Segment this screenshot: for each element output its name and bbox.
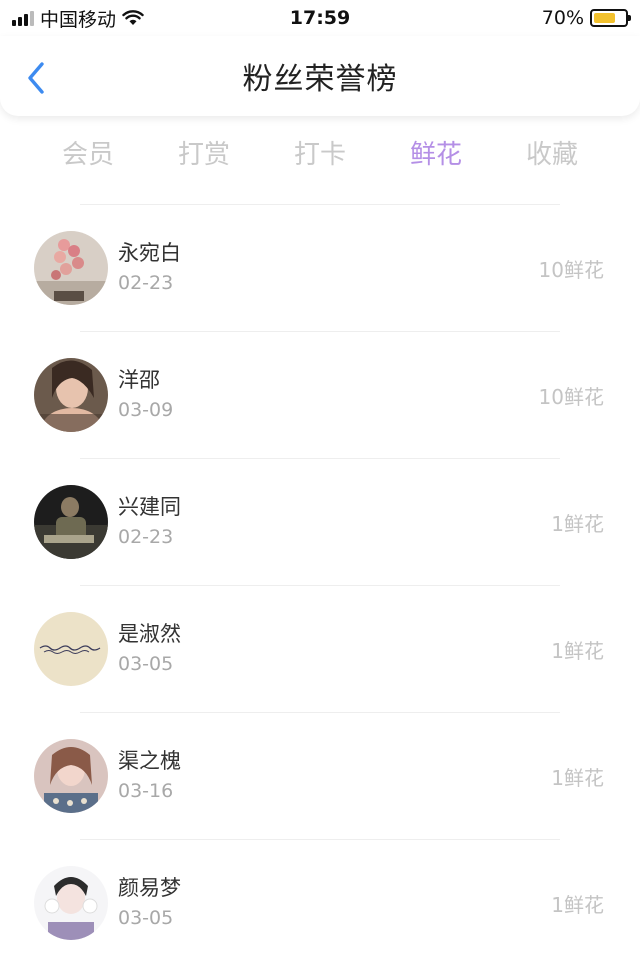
- flower-count: 10鲜花: [538, 257, 604, 282]
- fan-info: 兴建同 02-23: [118, 493, 181, 551]
- fan-name: 渠之槐: [118, 749, 181, 773]
- flower-count: 1鲜花: [551, 511, 604, 536]
- signal-icon: [12, 10, 34, 26]
- flower-count: 1鲜花: [551, 765, 604, 790]
- fan-info: 颜易梦 03-05: [118, 874, 181, 932]
- fan-name: 是淑然: [118, 622, 181, 646]
- carrier-label: 中国移动: [40, 8, 117, 31]
- fan-name: 永宛白: [118, 241, 181, 265]
- avatar[interactable]: [34, 358, 108, 432]
- tab-favorites[interactable]: 收藏: [518, 130, 586, 175]
- fan-info: 永宛白 02-23: [118, 239, 181, 297]
- fan-list: 永宛白 02-23 10鲜花 洋邵 03-09 10鲜花 兴建同 02-23 1…: [0, 204, 640, 966]
- fan-name: 兴建同: [118, 495, 181, 519]
- fan-info: 是淑然 03-05: [118, 620, 181, 678]
- fan-date: 03-09: [118, 399, 174, 421]
- status-left: 中国移动: [12, 5, 144, 32]
- flower-count: 1鲜花: [551, 892, 604, 917]
- battery-percent: 70%: [541, 7, 584, 29]
- battery-icon: [590, 9, 631, 27]
- avatar[interactable]: [34, 866, 108, 940]
- tab-checkin[interactable]: 打卡: [286, 130, 354, 175]
- status-right: 70%: [541, 7, 631, 29]
- fan-info: 渠之槐 03-16: [118, 747, 181, 805]
- list-item[interactable]: 永宛白 02-23 10鲜花: [0, 205, 640, 331]
- tab-membership[interactable]: 会员: [54, 130, 122, 175]
- fan-date: 03-05: [118, 907, 174, 929]
- list-item[interactable]: 渠之槐 03-16 1鲜花: [0, 713, 640, 839]
- wifi-icon: [122, 10, 144, 26]
- flower-count: 10鲜花: [538, 384, 604, 409]
- fan-info: 洋邵 03-09: [118, 366, 173, 424]
- fan-date: 02-23: [118, 272, 174, 294]
- fan-name: 颜易梦: [118, 876, 181, 900]
- list-item[interactable]: 是淑然 03-05 1鲜花: [0, 586, 640, 712]
- battery-fill: [594, 13, 615, 23]
- fan-date: 03-16: [118, 780, 174, 802]
- avatar[interactable]: [34, 231, 108, 305]
- nav-bar: 粉丝荣誉榜: [0, 36, 640, 116]
- tab-bar: 会员 打赏 打卡 鲜花 收藏: [0, 128, 640, 176]
- page-title: 粉丝荣誉榜: [242, 62, 398, 97]
- status-bar: 中国移动 17:59 70%: [0, 0, 640, 36]
- fan-name: 洋邵: [118, 368, 160, 392]
- avatar[interactable]: [34, 612, 108, 686]
- avatar[interactable]: [34, 485, 108, 559]
- back-button[interactable]: [18, 58, 54, 98]
- avatar[interactable]: [34, 739, 108, 813]
- fan-date: 03-05: [118, 653, 174, 675]
- chevron-left-icon: [28, 62, 44, 94]
- tab-flowers[interactable]: 鲜花: [402, 130, 470, 175]
- fan-date: 02-23: [118, 526, 174, 548]
- list-item[interactable]: 兴建同 02-23 1鲜花: [0, 459, 640, 585]
- tab-reward[interactable]: 打赏: [170, 130, 238, 175]
- list-item[interactable]: 颜易梦 03-05 1鲜花: [0, 840, 640, 966]
- flower-count: 1鲜花: [551, 638, 604, 663]
- list-item[interactable]: 洋邵 03-09 10鲜花: [0, 332, 640, 458]
